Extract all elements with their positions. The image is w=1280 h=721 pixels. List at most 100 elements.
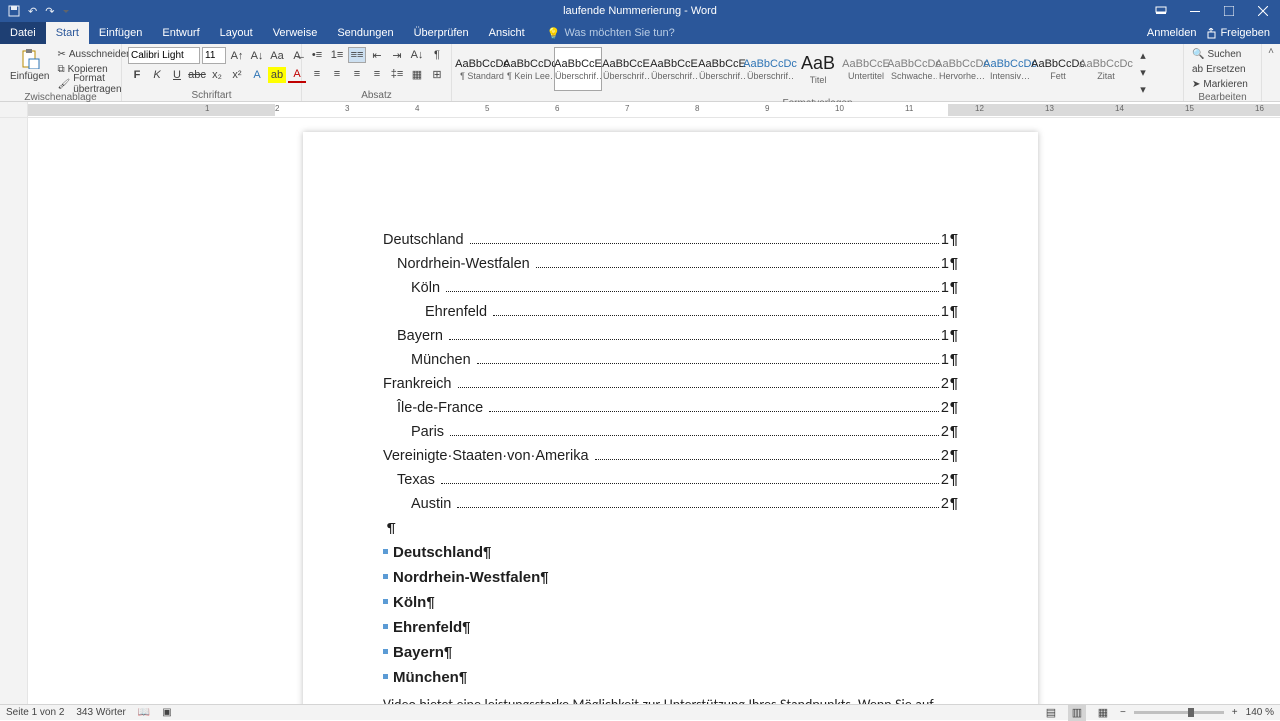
style-item[interactable]: AaBbCcDcFett	[1034, 47, 1082, 91]
change-case-icon[interactable]: Aa	[268, 48, 286, 64]
style-item[interactable]: AaBbCcEÜberschrif…	[602, 47, 650, 91]
maximize-icon[interactable]	[1212, 0, 1246, 22]
heading-handle-icon[interactable]	[383, 574, 388, 579]
superscript-icon[interactable]: x²	[228, 67, 246, 83]
scissors-icon: ✂	[57, 49, 65, 60]
subscript-icon[interactable]: x₂	[208, 67, 226, 83]
minimize-icon[interactable]	[1178, 0, 1212, 22]
style-item[interactable]: AaBbCcDcIntensiv…	[986, 47, 1034, 91]
tab-layout[interactable]: Layout	[210, 22, 263, 44]
justify-icon[interactable]: ≡	[368, 66, 386, 82]
toc-entry: Île-de-France 2¶	[383, 396, 958, 420]
align-center-icon[interactable]: ≡	[328, 66, 346, 82]
style-item[interactable]: AaBbCcDc¶ Standard	[458, 47, 506, 91]
font-name-input[interactable]	[128, 47, 200, 64]
qat-dropdown-icon[interactable]	[62, 6, 70, 16]
tab-file[interactable]: Datei	[0, 22, 46, 44]
style-item[interactable]: AaBbCcDc¶ Kein Lee…	[506, 47, 554, 91]
heading-handle-icon[interactable]	[383, 549, 388, 554]
web-layout-icon[interactable]: ▦	[1094, 705, 1112, 721]
tab-insert[interactable]: Einfügen	[89, 22, 152, 44]
style-item[interactable]: AaBbCcEÜberschrif…	[554, 47, 602, 91]
toc-entry: Deutschland 1¶	[383, 228, 958, 252]
numbering-icon[interactable]: 1≡	[328, 47, 346, 63]
tab-start[interactable]: Start	[46, 22, 89, 44]
spellcheck-icon[interactable]: 📖	[138, 707, 150, 718]
heading-handle-icon[interactable]	[383, 599, 388, 604]
shrink-font-icon[interactable]: A↓	[248, 48, 266, 64]
sign-in[interactable]: Anmelden	[1147, 27, 1197, 39]
zoom-slider[interactable]	[1134, 711, 1224, 714]
style-item[interactable]: AaBbCcDcHervorhe…	[938, 47, 986, 91]
document-canvas[interactable]: Deutschland 1¶Nordrhein-Westfalen 1¶Köln…	[28, 118, 1280, 704]
tab-design[interactable]: Entwurf	[152, 22, 209, 44]
tab-references[interactable]: Verweise	[263, 22, 328, 44]
grow-font-icon[interactable]: A↑	[228, 48, 246, 64]
show-marks-icon[interactable]: ¶	[428, 47, 446, 63]
toc-entry: Texas 2¶	[383, 468, 958, 492]
table-of-contents: Deutschland 1¶Nordrhein-Westfalen 1¶Köln…	[383, 228, 958, 516]
save-icon[interactable]	[8, 5, 20, 17]
find-button[interactable]: 🔍Suchen	[1190, 47, 1250, 61]
styles-scroll-down-icon[interactable]: ▾	[1134, 64, 1152, 80]
italic-icon[interactable]: K	[148, 67, 166, 83]
zoom-in-icon[interactable]: +	[1232, 707, 1238, 718]
font-size-input[interactable]	[202, 47, 226, 64]
tell-me[interactable]: 💡 Was möchten Sie tun?	[535, 22, 675, 44]
style-item[interactable]: AaBbCcDcZitat	[1082, 47, 1130, 91]
word-count[interactable]: 343 Wörter	[76, 707, 125, 718]
styles-gallery[interactable]: AaBbCcDc¶ StandardAaBbCcDc¶ Kein Lee…AaB…	[458, 47, 1130, 91]
style-item[interactable]: AaBbCcDcÜberschrif…	[746, 47, 794, 91]
document-area: Deutschland 1¶Nordrhein-Westfalen 1¶Köln…	[0, 118, 1280, 704]
tab-review[interactable]: Überprüfen	[404, 22, 479, 44]
select-button[interactable]: ➤Markieren	[1190, 77, 1250, 91]
redo-icon[interactable]: ↷	[45, 5, 54, 18]
line-spacing-icon[interactable]: ‡≡	[388, 66, 406, 82]
bold-icon[interactable]: F	[128, 67, 146, 83]
zoom-out-icon[interactable]: −	[1120, 707, 1126, 718]
style-item[interactable]: AaBbCcEUntertitel	[842, 47, 890, 91]
ribbon-options-icon[interactable]	[1144, 0, 1178, 22]
page-indicator[interactable]: Seite 1 von 2	[6, 707, 64, 718]
styles-scroll-up-icon[interactable]: ▴	[1134, 47, 1152, 63]
tab-view[interactable]: Ansicht	[479, 22, 535, 44]
underline-icon[interactable]: U	[168, 67, 186, 83]
print-layout-icon[interactable]: ▥	[1068, 705, 1086, 721]
brush-icon: 🖌	[57, 79, 70, 90]
style-item[interactable]: AaBbCcEÜberschrif…	[698, 47, 746, 91]
strike-icon[interactable]: abc	[188, 67, 206, 83]
style-item[interactable]: AaBTitel	[794, 47, 842, 91]
macro-icon[interactable]: ▣	[162, 707, 171, 718]
read-mode-icon[interactable]: ▤	[1042, 705, 1060, 721]
bullets-icon[interactable]: •≡	[308, 47, 326, 63]
borders-icon[interactable]: ⊞	[428, 66, 446, 82]
cursor-icon: ➤	[1192, 79, 1200, 90]
align-left-icon[interactable]: ≡	[308, 66, 326, 82]
align-right-icon[interactable]: ≡	[348, 66, 366, 82]
tab-mailings[interactable]: Sendungen	[327, 22, 403, 44]
sort-icon[interactable]: A↓	[408, 47, 426, 63]
heading-handle-icon[interactable]	[383, 649, 388, 654]
text-effects-icon[interactable]: A	[248, 67, 266, 83]
styles-more-icon[interactable]: ▾	[1134, 81, 1152, 97]
horizontal-ruler: 12345678910111213141516171819	[0, 102, 1280, 118]
share-button[interactable]: Freigeben	[1206, 27, 1270, 39]
zoom-level[interactable]: 140 %	[1246, 707, 1274, 718]
heading-handle-icon[interactable]	[383, 624, 388, 629]
increase-indent-icon[interactable]: ⇥	[388, 47, 406, 63]
highlight-icon[interactable]: ab	[268, 67, 286, 83]
replace-icon: ab	[1192, 64, 1203, 75]
shading-icon[interactable]: ▦	[408, 66, 426, 82]
style-item[interactable]: AaBbCcEÜberschrif…	[650, 47, 698, 91]
undo-icon[interactable]: ↶	[28, 5, 37, 18]
heading-handle-icon[interactable]	[383, 674, 388, 679]
collapse-ribbon-icon[interactable]: ˄	[1268, 46, 1274, 57]
style-item[interactable]: AaBbCcDcSchwache…	[890, 47, 938, 91]
font-group-label: Schriftart	[128, 89, 295, 101]
decrease-indent-icon[interactable]: ⇤	[368, 47, 386, 63]
replace-button[interactable]: abErsetzen	[1190, 62, 1250, 76]
close-icon[interactable]	[1246, 0, 1280, 22]
multilevel-icon[interactable]: ≡≡	[348, 47, 366, 63]
status-bar: Seite 1 von 2 343 Wörter 📖 ▣ ▤ ▥ ▦ − + 1…	[0, 704, 1280, 720]
paste-button[interactable]: Einfügen	[6, 47, 53, 84]
